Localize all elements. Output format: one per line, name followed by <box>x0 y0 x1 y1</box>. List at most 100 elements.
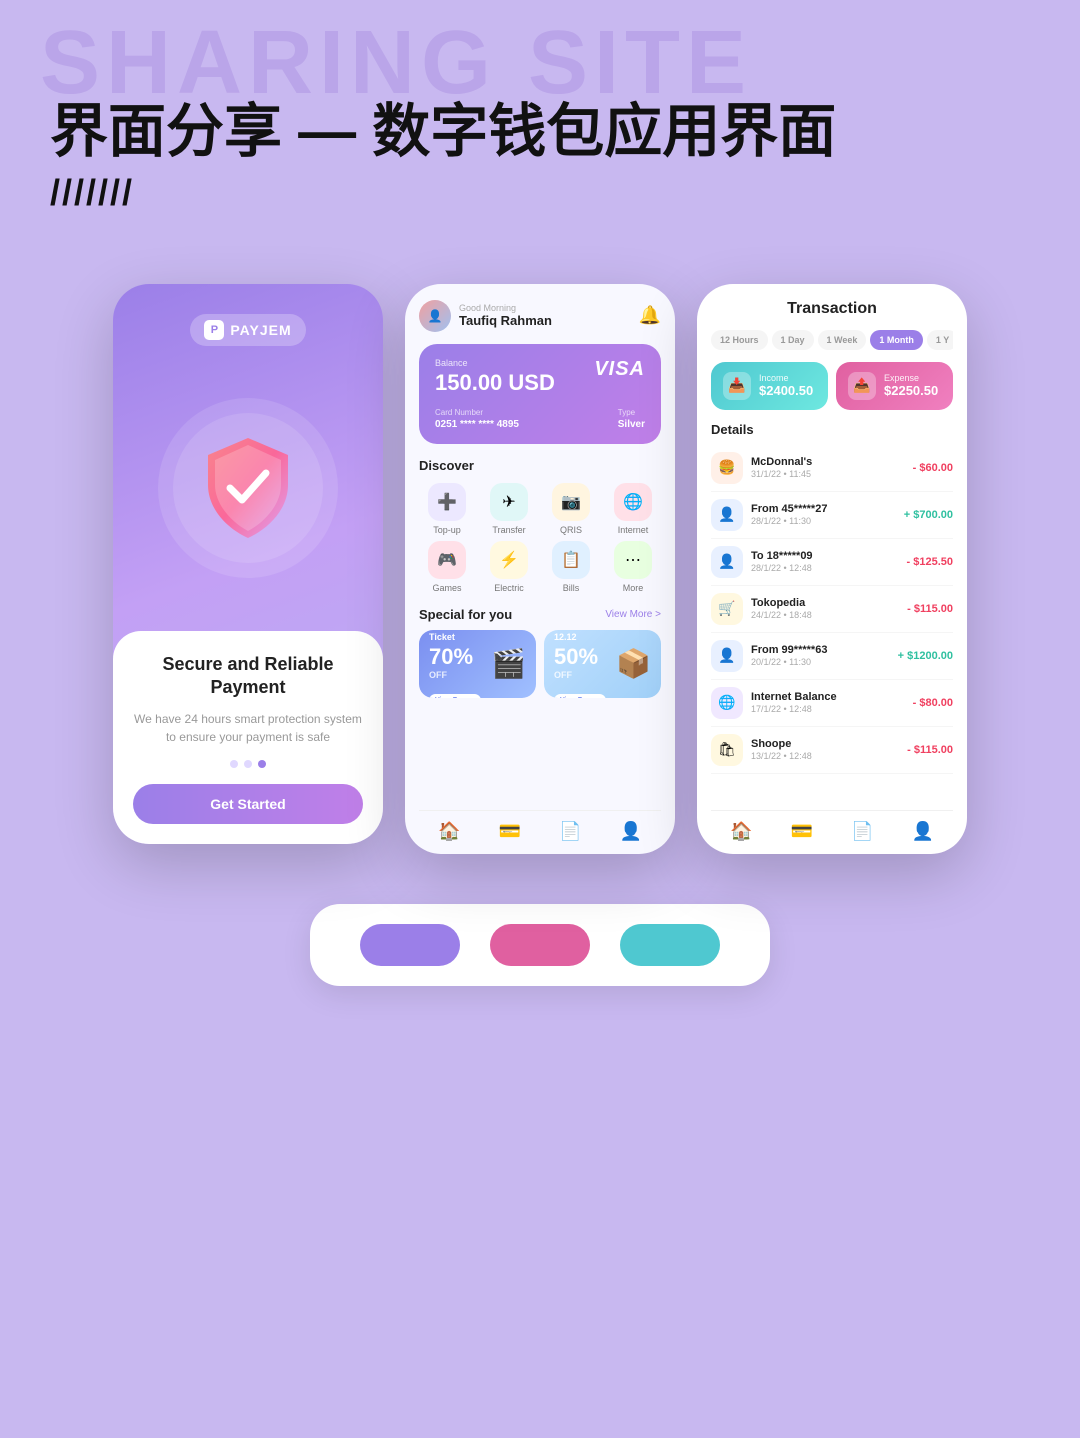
discover-title: Discover <box>419 458 661 473</box>
table-row: 🍔 McDonnal's 31/1/22 • 11:45 - $60.00 <box>711 445 953 492</box>
promo-tokopedia[interactable]: Tokopedia 12.12 50% OFF View Promo 📦 <box>544 630 661 698</box>
tx-name-4: From 99*****63 <box>751 644 890 656</box>
nav-profile-icon[interactable]: 👤 <box>620 821 642 842</box>
promo-cinema-content: Cinema XXI Ticket 70% OFF View Promo <box>429 630 491 698</box>
swatches-section <box>0 854 1080 1026</box>
tx-date-3: 24/1/22 • 18:48 <box>751 610 899 620</box>
electric-label: Electric <box>494 583 524 593</box>
nav-profile-icon[interactable]: 👤 <box>912 821 934 842</box>
dashboard-nav: 🏠 💳 📄 👤 <box>419 810 661 854</box>
greeting-block: Good Morning Taufiq Rahman <box>459 303 639 328</box>
tab-12h[interactable]: 12 Hours <box>711 330 768 350</box>
slash-decoration: /////// <box>50 172 1030 214</box>
view-more-link[interactable]: View More > <box>605 609 661 620</box>
tab-1d[interactable]: 1 Day <box>772 330 814 350</box>
nav-card-icon[interactable]: 💳 <box>791 821 813 842</box>
card-number-label: Card Number <box>435 408 519 417</box>
phone-splash: P PAYJEM <box>113 284 383 844</box>
user-name: Taufiq Rahman <box>459 313 639 328</box>
discover-electric[interactable]: ⚡ Electric <box>481 541 537 593</box>
card-type-value: Silver <box>618 419 645 430</box>
visa-logo: VISA <box>594 358 645 381</box>
tx-name-1: From 45*****27 <box>751 503 896 515</box>
table-row: 🌐 Internet Balance 17/1/22 • 12:48 - $80… <box>711 680 953 727</box>
tx-name-3: Tokopedia <box>751 597 899 609</box>
nav-home-icon[interactable]: 🏠 <box>438 821 460 842</box>
promo-cinema-name: Cinema XXI Ticket <box>429 630 491 644</box>
tx-info-0: McDonnal's 31/1/22 • 11:45 <box>751 456 905 479</box>
tx-date-2: 28/1/22 • 12:48 <box>751 563 899 573</box>
transfer-icon: ✈ <box>490 483 528 521</box>
tx-info-2: To 18*****09 28/1/22 • 12:48 <box>751 550 899 573</box>
tab-1m[interactable]: 1 Month <box>870 330 923 350</box>
tx-info-3: Tokopedia 24/1/22 • 18:48 <box>751 597 899 620</box>
nav-card-icon[interactable]: 💳 <box>499 821 521 842</box>
swatches-box <box>310 904 770 986</box>
swatch-purple <box>360 924 460 966</box>
transaction-nav: 🏠 💳 📄 👤 <box>711 810 953 854</box>
promo-tokped-off: OFF <box>554 670 572 680</box>
discover-qris[interactable]: 📷 QRIS <box>543 483 599 535</box>
card-balance-block: Balance 150.00 USD <box>435 358 555 396</box>
more-label: More <box>623 583 644 593</box>
internet-label: Internet <box>618 525 649 535</box>
promo-tokped-emoji: 📦 <box>616 647 651 680</box>
discover-bills[interactable]: 📋 Bills <box>543 541 599 593</box>
promo-cinema[interactable]: Cinema XXI Ticket 70% OFF View Promo 🎬 <box>419 630 536 698</box>
bg-text: SHARING SITE <box>40 18 752 108</box>
income-icon: 📥 <box>723 372 751 400</box>
brand-badge: P PAYJEM <box>190 314 305 346</box>
tx-name-0: McDonnal's <box>751 456 905 468</box>
tx-icon-6: 🛍 <box>711 734 743 766</box>
qris-icon: 📷 <box>552 483 590 521</box>
promo-cinema-pct-block: 70% OFF <box>429 644 491 689</box>
promo-cinema-btn[interactable]: View Promo <box>429 694 481 698</box>
tx-amount-2: - $125.50 <box>907 556 953 568</box>
swatch-teal <box>620 924 720 966</box>
card-number-value: 0251 **** **** 4895 <box>435 419 519 430</box>
electric-icon: ⚡ <box>490 541 528 579</box>
tab-1y[interactable]: 1 Y <box>927 330 953 350</box>
qris-label: QRIS <box>560 525 582 535</box>
tab-1w[interactable]: 1 Week <box>818 330 867 350</box>
promo-cinema-emoji: 🎬 <box>491 647 526 680</box>
tx-info-4: From 99*****63 20/1/22 • 11:30 <box>751 644 890 667</box>
dot-2 <box>244 760 252 768</box>
discover-more[interactable]: ⋯ More <box>605 541 661 593</box>
transfer-label: Transfer <box>492 525 525 535</box>
get-started-button[interactable]: Get Started <box>133 784 363 824</box>
promos-container: Cinema XXI Ticket 70% OFF View Promo 🎬 T… <box>419 630 661 698</box>
splash-subtitle: We have 24 hours smart protection system… <box>133 710 363 746</box>
discover-topup[interactable]: ➕ Top-up <box>419 483 475 535</box>
promo-tokped-btn[interactable]: View Promo <box>554 694 606 698</box>
page-title: 界面分享 — 数字钱包应用界面 <box>50 100 1030 164</box>
games-icon: 🎮 <box>428 541 466 579</box>
promo-tokped-name: Tokopedia 12.12 <box>554 630 616 644</box>
tx-date-4: 20/1/22 • 11:30 <box>751 657 890 667</box>
transaction-tabs: 12 Hours 1 Day 1 Week 1 Month 1 Y <box>711 330 953 350</box>
card-type-block: Type Silver <box>618 408 645 430</box>
tx-name-2: To 18*****09 <box>751 550 899 562</box>
discover-games[interactable]: 🎮 Games <box>419 541 475 593</box>
promo-cinema-pct: 70% <box>429 644 473 669</box>
income-card: 📥 Income $2400.50 <box>711 362 828 410</box>
notification-icon[interactable]: 🔔 <box>639 305 661 326</box>
internet-icon: 🌐 <box>614 483 652 521</box>
income-label: Income <box>759 373 813 383</box>
discover-internet[interactable]: 🌐 Internet <box>605 483 661 535</box>
tx-info-6: Shoope 13/1/22 • 12:48 <box>751 738 899 761</box>
swatch-pink <box>490 924 590 966</box>
brand-name: PAYJEM <box>230 322 291 338</box>
details-title: Details <box>711 422 953 437</box>
shield-glow-outer <box>158 398 338 578</box>
table-row: 👤 From 99*****63 20/1/22 • 11:30 + $1200… <box>711 633 953 680</box>
nav-tx-icon[interactable]: 📄 <box>851 821 873 842</box>
nav-home-icon[interactable]: 🏠 <box>730 821 752 842</box>
dashboard-header: 👤 Good Morning Taufiq Rahman 🔔 <box>419 300 661 332</box>
nav-history-icon[interactable]: 📄 <box>559 821 581 842</box>
card-type-label: Type <box>618 408 645 417</box>
promo-tokped-content: Tokopedia 12.12 50% OFF View Promo <box>554 630 616 698</box>
splash-bottom-card: Secure and Reliable Payment We have 24 h… <box>113 631 383 844</box>
tx-amount-3: - $115.00 <box>907 603 953 615</box>
discover-transfer[interactable]: ✈ Transfer <box>481 483 537 535</box>
